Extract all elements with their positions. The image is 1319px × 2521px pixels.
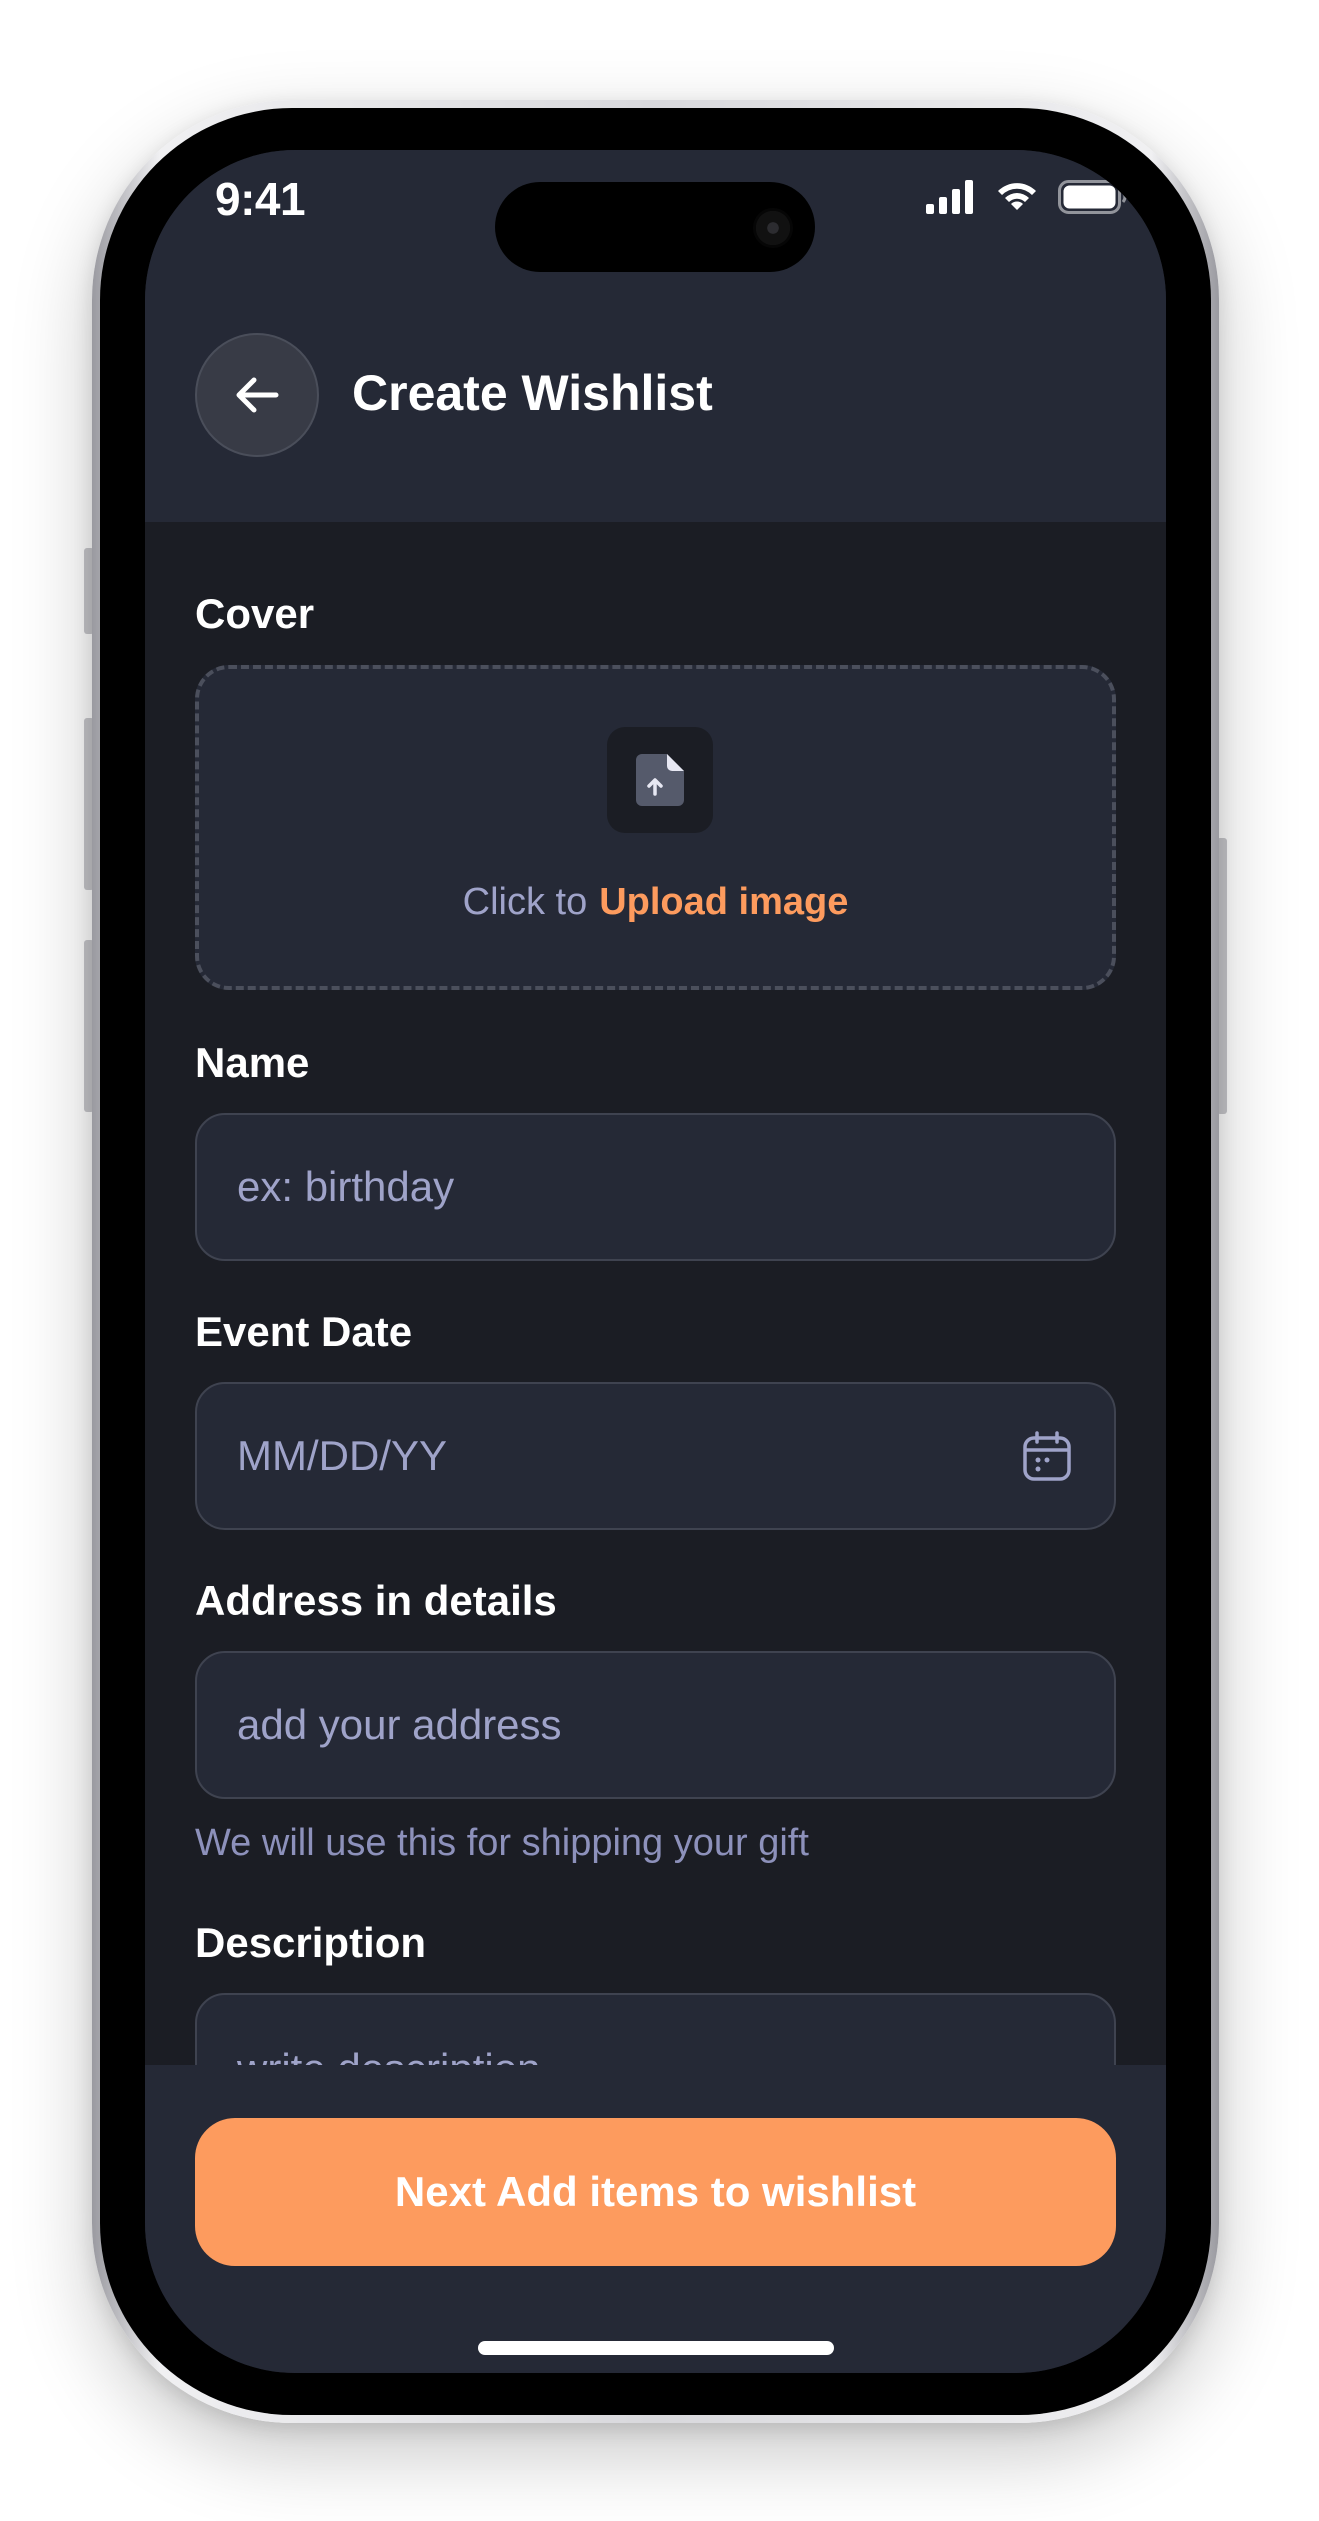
calendar-icon[interactable]: [1022, 1430, 1072, 1482]
address-input[interactable]: add your address: [195, 1651, 1116, 1799]
bottom-action-bar: Next Add items to wishlist: [145, 2065, 1166, 2373]
upload-icon-container: [607, 727, 713, 833]
address-label: Address in details: [195, 1577, 557, 1624]
camera-icon: [753, 208, 793, 248]
cover-label: Cover: [195, 590, 315, 637]
status-icons: [926, 180, 1128, 214]
arrow-left-icon: [236, 377, 279, 413]
cover-upload-area[interactable]: Click to Upload image: [195, 665, 1116, 990]
upload-image-link[interactable]: Upload image: [599, 881, 848, 923]
upload-prompt: Click to Upload image: [199, 881, 1112, 924]
address-placeholder: add your address: [237, 1701, 562, 1748]
page-title: Create Wishlist: [352, 365, 713, 421]
phone-mockup: 9:41 Create Wishlist Cover Click to Uplo…: [0, 0, 1319, 2521]
name-label: Name: [195, 1039, 310, 1086]
event-date-label: Event Date: [195, 1308, 413, 1355]
event-date-placeholder: MM/DD/YY: [237, 1432, 447, 1479]
description-label: Description: [195, 1919, 427, 1966]
name-placeholder: ex: birthday: [237, 1163, 455, 1210]
name-input[interactable]: ex: birthday: [195, 1113, 1116, 1261]
app-screen: 9:41 Create Wishlist Cover Click to Uplo…: [145, 150, 1166, 2373]
event-date-input[interactable]: MM/DD/YY: [195, 1382, 1116, 1530]
home-indicator: [478, 2341, 834, 2355]
wifi-icon: [998, 183, 1036, 210]
upload-prefix-text: Click to: [462, 881, 588, 923]
address-helper-text: We will use this for shipping your gift: [195, 1822, 809, 1864]
next-add-items-button[interactable]: Next Add items to wishlist: [195, 2118, 1116, 2266]
back-button[interactable]: [195, 333, 319, 457]
battery-icon: [1058, 180, 1127, 214]
status-time: 9:41: [215, 173, 306, 225]
file-upload-icon: [636, 754, 684, 806]
signal-icon: [926, 180, 973, 214]
